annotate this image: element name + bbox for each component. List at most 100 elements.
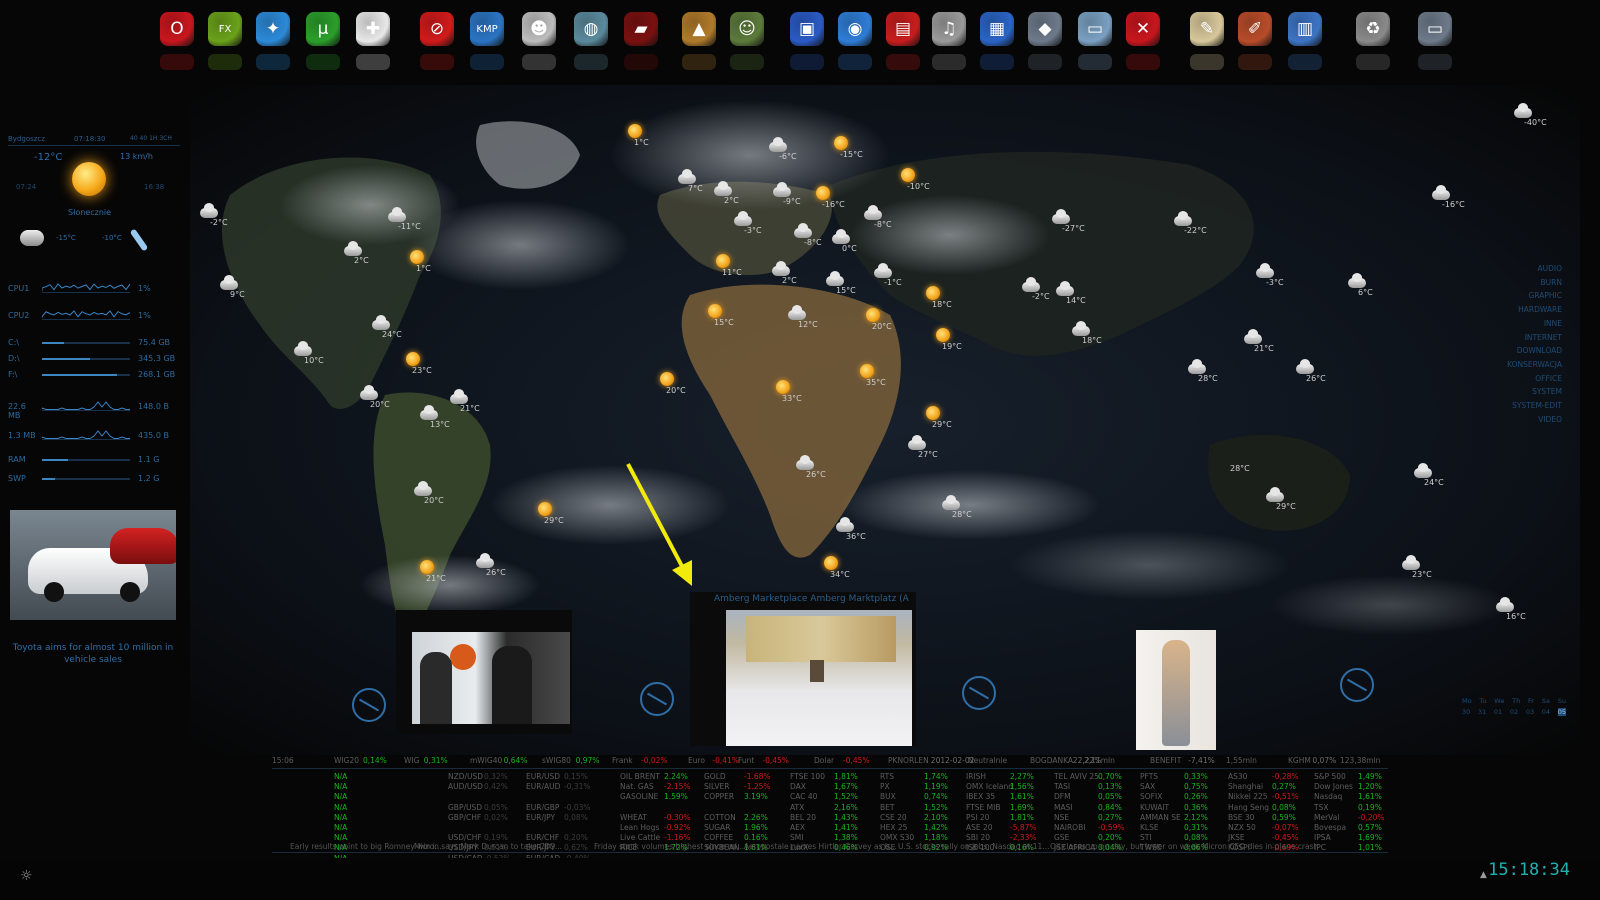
news-headline[interactable]: Toyota aims for almost 10 million in veh… [10, 642, 176, 666]
weather-temp-label: -15°C [840, 150, 863, 159]
quote-value: 1,20% [1358, 782, 1382, 792]
meter-value: 1% [138, 311, 151, 320]
weather-wind: 13 km/h [120, 152, 153, 161]
ticker-header-label: WIG [404, 756, 420, 765]
paint-icon[interactable]: ✐ [1238, 12, 1272, 46]
race-car-reflection [624, 54, 658, 70]
quote-name: RTS [880, 772, 895, 781]
gamepad-icon[interactable]: ✚ [356, 12, 390, 46]
news-ticker-item[interactable]: Micron says Mark Durcan to take CEO... [414, 842, 562, 851]
launcher-item-hardware[interactable]: HARDWARE [1500, 303, 1562, 317]
alien-icon[interactable]: ☻ [522, 12, 556, 46]
launcher-item-audio[interactable]: AUDIO [1500, 262, 1562, 276]
close-app-icon[interactable]: ✕ [1126, 12, 1160, 46]
start-icon[interactable]: ☼ [20, 868, 33, 884]
calendar-date[interactable]: 04 [1542, 708, 1550, 716]
folder-icon[interactable]: ▭ [1078, 12, 1112, 46]
tray-arrow-icon[interactable]: ▲ [1480, 870, 1487, 880]
launcher-item-office[interactable]: OFFICE [1500, 372, 1562, 386]
opera-icon[interactable]: O [160, 12, 194, 46]
quote-name: MerVal [1314, 812, 1340, 822]
celebrity-photo[interactable] [1136, 630, 1216, 750]
tank-icon[interactable]: ▲ [682, 12, 716, 46]
weather-temp-label: 20°C [424, 496, 444, 505]
clapperboard-icon[interactable]: ▦ [980, 12, 1014, 46]
launcher-item-burn[interactable]: BURN [1500, 276, 1562, 290]
meter-bar-fill [42, 478, 56, 480]
launcher-item-system[interactable]: SYSTEM [1500, 385, 1562, 399]
recycle-bin-icon[interactable]: ♻ [1356, 12, 1390, 46]
weather-sun-icon [776, 380, 790, 394]
news-ticker-item[interactable]: Aeropostale names Hirtler-Garvey as b... [744, 842, 897, 851]
analog-clock-3 [962, 676, 996, 710]
launcher-item-graphic[interactable]: GRAPHIC [1500, 289, 1562, 303]
calendar-date[interactable]: 31 [1478, 708, 1486, 716]
quote-name: S&P 500 [1314, 772, 1346, 781]
quote-value: 0,15% [564, 772, 588, 781]
launcher-item-konserwacja[interactable]: KONSERWACJA [1500, 358, 1562, 372]
calendar-day: Th [1512, 697, 1521, 705]
weather-temp-label: 1°C [416, 264, 431, 273]
news-photo[interactable] [10, 510, 176, 620]
webcam-title[interactable]: Amberg Marketplace Amberg Marktplatz (A [714, 594, 909, 604]
news-ticker-item[interactable]: Micron CEO dies in plane crash [1202, 842, 1318, 851]
weather-temp-label: 29°C [544, 516, 564, 525]
fx-icon[interactable]: FX [208, 12, 242, 46]
news-ticker-item[interactable]: U.S. stocks rally on jobs; Nasdaq at 11.… [898, 842, 1049, 851]
quote-name: GOLD [704, 772, 726, 781]
globe-icon[interactable]: ◍ [574, 12, 608, 46]
calendar-date[interactable]: 03 [1526, 708, 1534, 716]
weather-temp-label: -6°C [779, 152, 797, 161]
race-car-icon[interactable]: ▰ [624, 12, 658, 46]
launcher-item-download[interactable]: DOWNLOAD [1500, 344, 1562, 358]
calendar-date[interactable]: 30 [1462, 708, 1470, 716]
weather-sun-icon [660, 372, 674, 386]
quote-name: BET [880, 802, 895, 812]
taskbar-clock[interactable]: 15:18:34 [1488, 860, 1570, 880]
no-entry-icon[interactable]: ⊘ [420, 12, 454, 46]
weather-sun-icon [926, 406, 940, 420]
notepad-icon[interactable]: ✎ [1190, 12, 1224, 46]
meter-bar [42, 459, 130, 461]
utorrent-icon[interactable]: μ [306, 12, 340, 46]
news-ticker-item[interactable]: Oil closes up on day, but lower on week [1050, 842, 1199, 851]
webcam-image[interactable] [726, 610, 912, 746]
quote-name: Shanghai [1228, 782, 1264, 792]
calculator-icon[interactable]: ▥ [1288, 12, 1322, 46]
news-ticker-item[interactable]: Friday stock volumes highest since mi... [594, 842, 744, 851]
monitor-icon[interactable]: ▣ [790, 12, 824, 46]
press-photo[interactable] [412, 632, 570, 724]
screen-icon[interactable]: ▭ [1418, 12, 1452, 46]
calendar-date[interactable]: 05 [1557, 708, 1566, 716]
quote-name: AUD/USD [448, 782, 483, 792]
weather-cloud-icon [1072, 321, 1090, 336]
soldier-icon[interactable]: ☺ [730, 12, 764, 46]
calendar-date[interactable]: 02 [1510, 708, 1518, 716]
messenger-icon[interactable]: ✦ [256, 12, 290, 46]
toolbox-icon[interactable]: ▤ [886, 12, 920, 46]
disc-icon[interactable]: ◉ [838, 12, 872, 46]
headphones-icon[interactable]: ♫ [932, 12, 966, 46]
weather-temp-label: -2°C [210, 218, 228, 227]
weather-cloud-icon [360, 385, 378, 400]
kmp-player-icon[interactable]: KMP [470, 12, 504, 46]
weather-temp-label: -3°C [1266, 278, 1284, 287]
calendar-day: We [1494, 697, 1505, 705]
scanner-icon[interactable]: ◆ [1028, 12, 1062, 46]
quote-value: 0,36% [1184, 802, 1208, 812]
quote-row: FTSE 100 1,81% RTS 1,74% IRISH 2,27% TEL AVIV … [790, 772, 1398, 782]
weather-temp-label: 15°C [836, 286, 856, 295]
launcher-item-video[interactable]: VIDEO [1500, 413, 1562, 427]
weather-sun-icon [866, 308, 880, 322]
quote-value: 1,61% [1358, 792, 1382, 802]
launcher-item-internet[interactable]: INTERNET [1500, 331, 1562, 345]
car-red [110, 528, 176, 564]
quote-name: KUWAIT [1140, 802, 1170, 812]
launcher-item-inne[interactable]: INNE [1500, 317, 1562, 331]
weather-cloud-icon [1256, 263, 1274, 278]
paint-reflection [1238, 54, 1272, 70]
meter-bar [42, 374, 130, 376]
forecast-low: -15°C [56, 234, 76, 242]
calendar-date[interactable]: 01 [1494, 708, 1502, 716]
launcher-item-system-edit[interactable]: SYSTEM-EDIT [1500, 399, 1562, 413]
